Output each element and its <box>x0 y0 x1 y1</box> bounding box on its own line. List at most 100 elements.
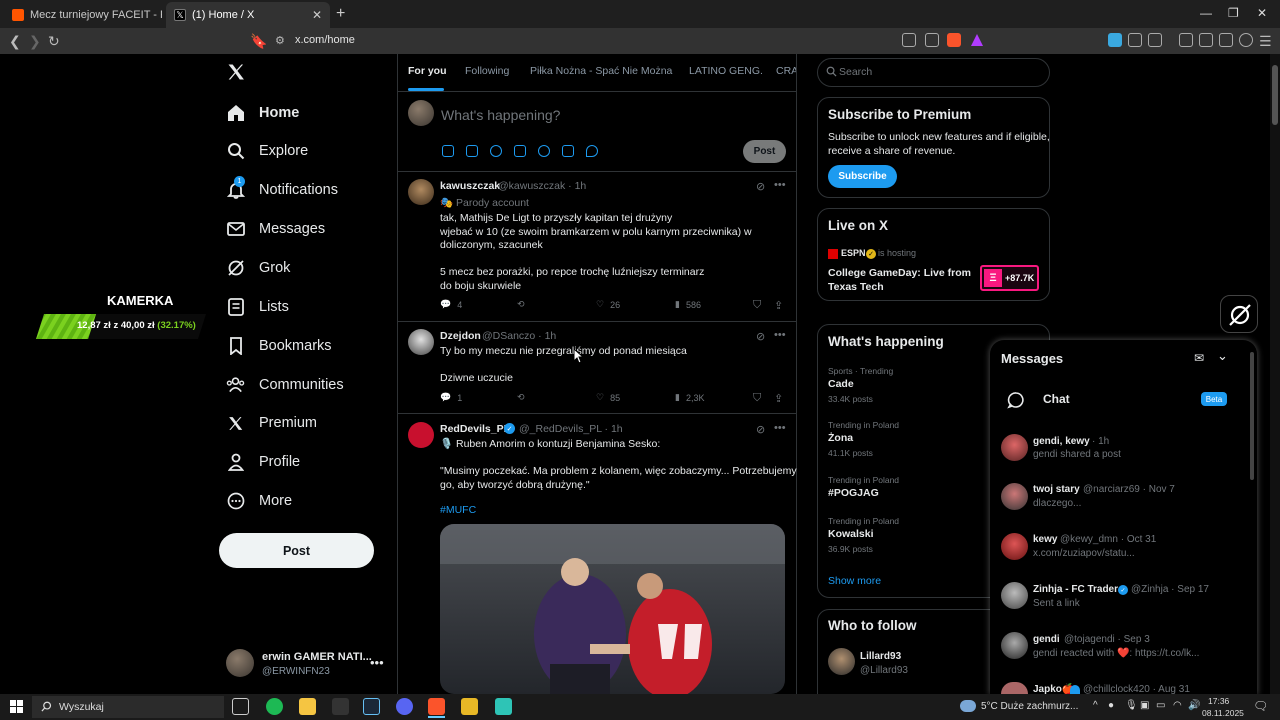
trend-name[interactable]: Żona <box>828 432 853 444</box>
leo-icon[interactable] <box>1219 33 1233 47</box>
bookmark-page-icon[interactable]: 🔖 <box>250 33 267 50</box>
grok-compose-icon[interactable] <box>490 145 502 157</box>
tweet-media-image[interactable] <box>440 524 785 694</box>
emoji-icon[interactable] <box>538 145 550 157</box>
tweet-more-icon[interactable]: ••• <box>774 329 786 341</box>
views-button[interactable]: ▮ 2,3K <box>675 392 704 403</box>
post-button[interactable]: Post <box>219 533 374 568</box>
back-icon[interactable]: ❮ <box>9 33 21 50</box>
extension-icon[interactable] <box>1108 33 1122 47</box>
avatar[interactable] <box>828 648 855 675</box>
maximize-icon[interactable]: ❐ <box>1228 6 1239 20</box>
live-show-title[interactable]: College GameDay: Live from Texas Tech <box>828 267 971 294</box>
nav-notifications[interactable]: 1 Notifications <box>226 175 338 202</box>
extension-box-icon[interactable] <box>1148 33 1162 47</box>
brave-icon[interactable] <box>428 698 445 715</box>
share-tweet-icon[interactable]: ⇪ <box>774 299 783 312</box>
grok-explain-icon[interactable]: ⊘ <box>756 423 765 436</box>
tray-icon[interactable]: ▭ <box>1156 700 1165 711</box>
avatar[interactable] <box>408 422 434 448</box>
microphone-icon[interactable]: 🎙 <box>1125 700 1138 711</box>
page-scrollbar[interactable] <box>1270 54 1280 694</box>
steam-icon[interactable] <box>363 698 380 715</box>
grok-floating-button[interactable] <box>1220 295 1258 333</box>
clock-date[interactable]: 08.11.2025 <box>1202 708 1244 718</box>
app-icon[interactable] <box>332 698 349 715</box>
tab-for-you[interactable]: For you <box>408 65 447 77</box>
hashtag-link[interactable]: #MUFC <box>440 504 476 516</box>
tweet-author-name[interactable]: Dzejdon <box>440 330 481 342</box>
nav-more[interactable]: More <box>226 489 292 513</box>
compose-message-icon[interactable]: ✉ <box>1194 351 1204 365</box>
tab-pilka-nozna[interactable]: Piłka Nożna - Spać Nie Można <box>530 65 672 77</box>
nav-premium[interactable]: Premium <box>226 411 317 435</box>
reply-button[interactable]: 💬 4 <box>440 299 462 310</box>
bookmark-tweet-icon[interactable]: ⛉ <box>753 299 761 312</box>
repost-button[interactable]: ⟲ <box>517 392 525 403</box>
new-tab-icon[interactable]: + <box>336 5 345 23</box>
extensions-puzzle-icon[interactable] <box>1128 33 1142 47</box>
grok-explain-icon[interactable]: ⊘ <box>756 180 765 193</box>
forward-icon[interactable]: ❯ <box>29 33 41 50</box>
trend-name[interactable]: #POGJAG <box>828 487 879 499</box>
nav-bookmarks[interactable]: Bookmarks <box>226 334 332 358</box>
spotify-icon[interactable] <box>266 698 283 715</box>
weather-text[interactable]: 5°C Duże zachmurz... <box>981 701 1078 712</box>
search-input[interactable]: Search <box>839 66 872 78</box>
window-close-icon[interactable]: ✕ <box>1257 6 1267 20</box>
vpn-icon[interactable] <box>1239 33 1253 47</box>
trend-name[interactable]: Kowalski <box>828 528 874 540</box>
tray-overflow-icon[interactable]: ^ <box>1093 700 1098 711</box>
notification-center-icon[interactable]: 🗨 <box>1253 699 1268 713</box>
avatar[interactable] <box>408 179 434 205</box>
app-icon[interactable] <box>495 698 512 715</box>
messages-scrollbar[interactable] <box>1250 352 1254 480</box>
grok-explain-icon[interactable]: ⊘ <box>756 330 765 343</box>
image-icon[interactable] <box>442 145 454 157</box>
views-button[interactable]: ▮ 586 <box>675 299 701 310</box>
follow-name[interactable]: Lillard93 <box>860 651 901 662</box>
tab-latino-geng[interactable]: LATINO GENG. <box>689 65 763 77</box>
file-explorer-icon[interactable] <box>299 698 316 715</box>
like-button[interactable]: ♡ 85 <box>596 392 620 403</box>
reload-icon[interactable]: ↻ <box>48 33 60 50</box>
tweet-more-icon[interactable]: ••• <box>774 179 786 191</box>
volume-icon[interactable]: 🔊 <box>1188 700 1200 711</box>
chat-label[interactable]: Chat <box>1043 392 1070 406</box>
nav-home[interactable]: Home <box>226 101 299 125</box>
location-icon[interactable] <box>586 145 598 157</box>
reply-button[interactable]: 💬 1 <box>440 392 462 403</box>
avatar[interactable] <box>408 329 434 355</box>
subscribe-button[interactable]: Subscribe <box>828 165 897 188</box>
browser-tab-faceit[interactable]: Mecz turniejowy FACEIT - FACEIT.com <box>4 2 162 28</box>
show-more-link[interactable]: Show more <box>828 575 881 587</box>
schedule-icon[interactable] <box>562 145 574 157</box>
tray-icon[interactable]: ▣ <box>1140 700 1149 711</box>
tweet-more-icon[interactable]: ••• <box>774 422 786 434</box>
tweet-author-name[interactable]: RedDevils_PL <box>440 423 510 435</box>
tray-icon[interactable]: ● <box>1108 700 1114 711</box>
trend-name[interactable]: Cade <box>828 378 854 390</box>
nav-communities[interactable]: Communities <box>226 373 344 397</box>
app-icon[interactable] <box>461 698 478 715</box>
windows-start-icon[interactable] <box>10 700 23 713</box>
menu-icon[interactable]: ☰ <box>1259 33 1272 50</box>
clock-time[interactable]: 17:36 <box>1208 696 1229 706</box>
share-tweet-icon[interactable]: ⇪ <box>774 392 783 405</box>
url-input[interactable]: x.com/home <box>295 34 355 46</box>
display-icon[interactable] <box>902 33 916 47</box>
site-info-icon[interactable]: ⚙ <box>275 34 285 47</box>
account-more-icon[interactable]: ••• <box>370 655 384 670</box>
nav-grok[interactable]: Grok <box>226 256 290 280</box>
page-scrollbar-thumb[interactable] <box>1272 65 1278 125</box>
close-tab-icon[interactable]: ✕ <box>312 8 322 22</box>
taskbar-search-input[interactable]: Wyszukaj <box>59 701 104 713</box>
x-logo-icon[interactable] <box>226 62 246 82</box>
compose-input[interactable]: What's happening? <box>441 107 560 123</box>
wifi-icon[interactable]: ◠ <box>1173 700 1182 711</box>
poll-icon[interactable] <box>514 145 526 157</box>
live-listeners-badge[interactable]: Ξ +87.7K <box>980 265 1039 291</box>
like-button[interactable]: ♡ 26 <box>596 299 620 310</box>
share-icon[interactable] <box>925 33 939 47</box>
wallet-icon[interactable] <box>1199 33 1213 47</box>
